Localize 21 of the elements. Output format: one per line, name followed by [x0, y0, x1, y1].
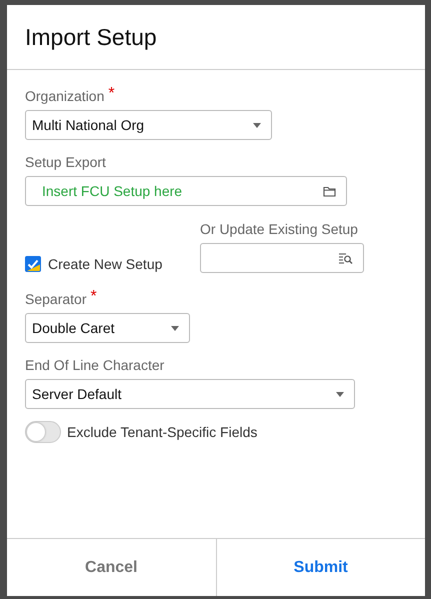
caret-icon — [253, 122, 261, 128]
checkbox[interactable] — [25, 256, 41, 272]
search-field[interactable] — [200, 243, 364, 273]
field-label: Setup Export — [25, 154, 106, 170]
end-of-line-dropdown[interactable]: Server Default — [25, 379, 355, 409]
field-label: End Of Line Character — [25, 357, 164, 373]
toggle-switch[interactable] — [25, 421, 61, 443]
caret-icon — [336, 392, 344, 396]
separator-dropdown[interactable]: Double Caret — [25, 313, 190, 343]
required-asterisk: * — [90, 291, 97, 303]
field-label: Separator — [25, 291, 86, 307]
required-asterisk: * — [108, 88, 115, 100]
field-label: Or Update Existing Setup — [200, 221, 358, 237]
list-search-icon — [339, 252, 353, 264]
organization-dropdown[interactable]: Multi National Org — [25, 110, 272, 140]
dialog-title: Import Setup — [25, 24, 157, 50]
caret-icon — [171, 326, 179, 330]
checkbox-label: Create New Setup — [48, 256, 162, 272]
toggle-label: Exclude Tenant-Specific Fields — [67, 424, 258, 440]
folder-icon — [323, 186, 336, 196]
field-label: Organization — [25, 88, 104, 104]
